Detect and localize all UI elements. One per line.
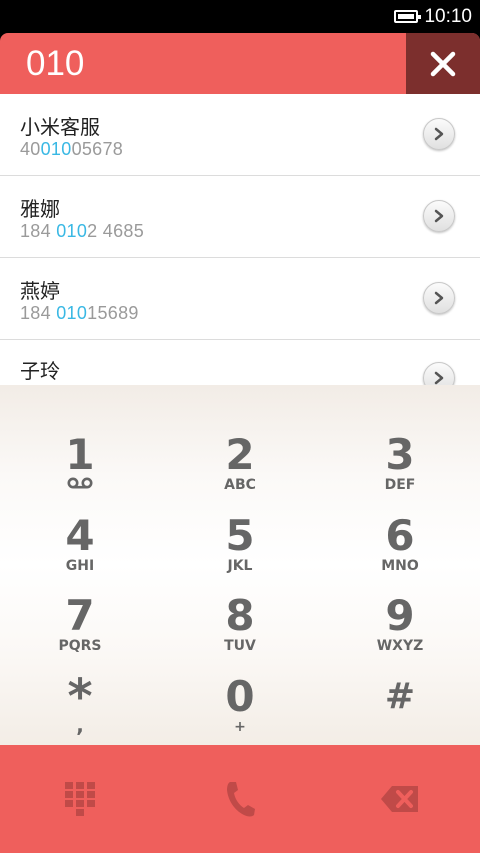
contact-detail-button[interactable] (423, 362, 455, 385)
contact-row[interactable]: 子玲 (0, 340, 480, 385)
key-digit: 7 (65, 591, 95, 640)
toggle-dialpad-button[interactable] (0, 745, 160, 853)
dial-keypad: 1 2 ABC 3 DEF 4 GHI 5 JKL 6 MNO 7 PQRS 8… (0, 385, 480, 745)
chevron-right-icon (434, 127, 444, 141)
battery-icon (394, 10, 422, 23)
contact-detail-button[interactable] (423, 282, 455, 314)
chevron-right-icon (434, 209, 444, 223)
key-0[interactable]: 0 + (160, 675, 320, 755)
contact-name: 子玲 (20, 359, 60, 383)
backspace-icon (381, 786, 418, 812)
contact-results-list: 小米客服 4001005678 雅娜 184 0102 4685 燕婷 184 … (0, 94, 480, 385)
key-2[interactable]: 2 ABC (160, 433, 320, 513)
call-button[interactable] (160, 745, 320, 853)
contact-number: 184 01015689 (20, 303, 139, 323)
contact-name: 雅娜 (20, 197, 60, 221)
key-letters: DEF (384, 477, 416, 493)
key-1[interactable]: 1 (0, 433, 160, 513)
key-5[interactable]: 5 JKL (160, 514, 320, 594)
status-right: 10:10 (394, 0, 472, 33)
chevron-right-icon (434, 291, 444, 305)
clear-button[interactable] (406, 33, 480, 94)
key-hash[interactable]: # (320, 675, 480, 755)
contact-detail-button[interactable] (423, 118, 455, 150)
key-letters: TUV (224, 638, 256, 654)
status-bar: 10:10 (0, 0, 480, 33)
contact-number: 184 0102 4685 (20, 221, 145, 241)
key-letters: PQRS (58, 638, 102, 654)
contact-row[interactable]: 燕婷 184 01015689 (0, 258, 480, 340)
key-letters: WXYZ (376, 638, 424, 654)
contact-row[interactable]: 雅娜 184 0102 4685 (0, 176, 480, 258)
contact-detail-button[interactable] (423, 200, 455, 232)
key-digit: 4 (65, 511, 95, 560)
close-icon (430, 51, 456, 76)
key-7[interactable]: 7 PQRS (0, 594, 160, 674)
bottom-action-bar (0, 745, 480, 853)
key-letters: MNO (381, 558, 419, 574)
dialpad-grid-icon (65, 782, 95, 816)
key-letters: GHI (65, 558, 95, 574)
dialer-header: 010 (0, 33, 480, 94)
key-4[interactable]: 4 GHI (0, 514, 160, 594)
key-letters: ABC (224, 477, 256, 493)
key-digit: 5 (225, 511, 255, 560)
contact-number: 4001005678 (20, 139, 124, 159)
chevron-right-icon (434, 371, 444, 385)
key-digit: 6 (385, 511, 415, 560)
key-digit: 8 (225, 591, 255, 640)
key-digit: 1 (65, 430, 95, 479)
key-3[interactable]: 3 DEF (320, 433, 480, 513)
phone-icon (227, 782, 255, 817)
dialed-number: 010 (26, 44, 85, 83)
key-8[interactable]: 8 TUV (160, 594, 320, 674)
key-digit: 3 (385, 430, 415, 479)
contact-name: 小米客服 (20, 115, 100, 139)
contact-name: 燕婷 (20, 279, 60, 303)
key-digit: 2 (225, 430, 255, 479)
key-6[interactable]: 6 MNO (320, 514, 480, 594)
key-digit: # (384, 676, 416, 717)
key-letters: + (234, 719, 246, 735)
key-digit: 0 (225, 672, 255, 721)
key-letters: JKL (227, 558, 253, 574)
status-time: 10:10 (424, 5, 472, 27)
key-star[interactable]: * , (0, 673, 160, 755)
key-9[interactable]: 9 WXYZ (320, 594, 480, 674)
key-letters: , (76, 713, 84, 737)
delete-button[interactable] (320, 745, 480, 853)
contact-row[interactable]: 小米客服 4001005678 (0, 94, 480, 176)
key-digit: 9 (385, 591, 415, 640)
